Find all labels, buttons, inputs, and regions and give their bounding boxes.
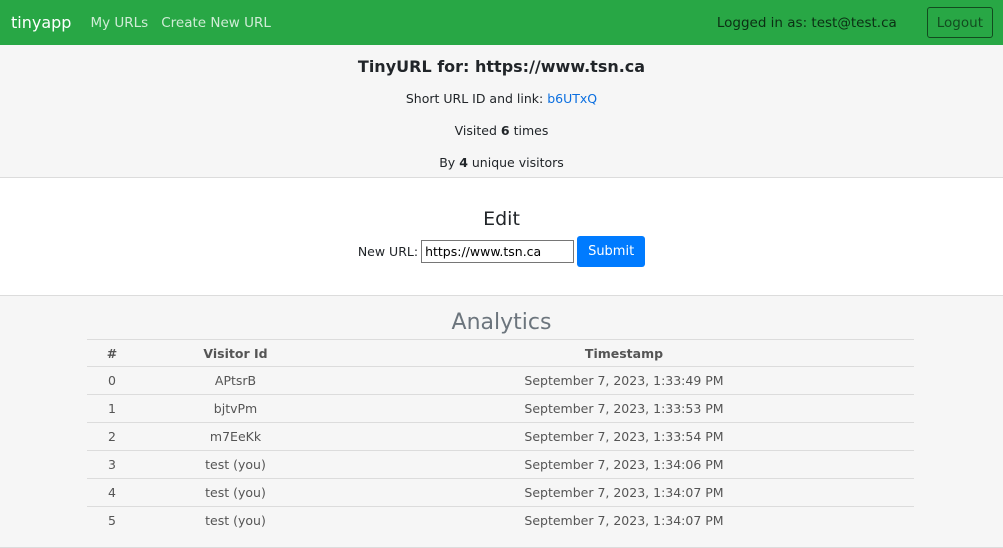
nav-link-my-urls[interactable]: My URLs (90, 15, 148, 31)
row-visitor-id: m7EeKk (137, 422, 334, 451)
short-url-label: Short URL ID and link: (405, 91, 544, 106)
login-status: Logged in as: test@test.ca (716, 14, 897, 31)
analytics-table: # Visitor Id Timestamp 0 APtsrB Septembe… (87, 339, 914, 535)
unique-count: 4 (459, 155, 468, 170)
table-row: 1 bjtvPm September 7, 2023, 1:33:53 PM (87, 394, 914, 423)
row-timestamp: September 7, 2023, 1:33:54 PM (334, 422, 914, 451)
header-number: # (87, 339, 137, 367)
edit-heading: Edit (483, 208, 520, 230)
new-url-input[interactable] (421, 240, 575, 263)
unique-prefix: By (439, 155, 456, 170)
nav-link-create-new-url[interactable]: Create New URL (161, 15, 271, 31)
visited-suffix: times (513, 123, 549, 138)
brand-link[interactable]: tinyapp (11, 13, 71, 32)
new-url-label: New URL: (357, 244, 419, 259)
row-visitor-id: test (you) (137, 506, 334, 535)
unique-visitors-line: By 4 unique visitors (0, 153, 1003, 173)
row-timestamp: September 7, 2023, 1:33:49 PM (334, 366, 914, 395)
row-visitor-id: bjtvPm (137, 394, 334, 423)
page-title: TinyURL for: https://www.tsn.ca (357, 57, 646, 76)
table-row: 5 test (you) September 7, 2023, 1:34:07 … (87, 506, 914, 535)
row-visitor-id: APtsrB (137, 366, 334, 395)
table-row: 4 test (you) September 7, 2023, 1:34:07 … (87, 478, 914, 507)
row-visitor-id: test (you) (137, 478, 334, 507)
header-visitor-id: Visitor Id (137, 339, 334, 367)
row-number: 1 (87, 394, 137, 423)
row-timestamp: September 7, 2023, 1:34:07 PM (334, 506, 914, 535)
row-timestamp: September 7, 2023, 1:34:07 PM (334, 478, 914, 507)
table-row: 3 test (you) September 7, 2023, 1:34:06 … (87, 450, 914, 479)
visited-count: 6 (500, 123, 510, 138)
url-summary: TinyURL for: https://www.tsn.ca Short UR… (0, 45, 1003, 178)
table-row: 2 m7EeKk September 7, 2023, 1:33:54 PM (87, 422, 914, 451)
header-timestamp: Timestamp (334, 339, 914, 367)
short-url-line: Short URL ID and link: b6UTxQ (0, 89, 1003, 109)
row-number: 0 (87, 366, 137, 395)
visited-line: Visited 6 times (0, 121, 1003, 141)
row-timestamp: September 7, 2023, 1:33:53 PM (334, 394, 914, 423)
unique-suffix: unique visitors (471, 155, 564, 170)
edit-form: New URL: Submit (0, 236, 1003, 267)
analytics-heading: Analytics (451, 310, 552, 335)
row-number: 5 (87, 506, 137, 535)
short-url-link[interactable]: b6UTxQ (547, 91, 597, 106)
visited-prefix: Visited (454, 123, 497, 138)
analytics-section: Analytics # Visitor Id Timestamp 0 APtsr… (0, 296, 1003, 548)
edit-section: Edit New URL: Submit (0, 178, 1003, 296)
table-header-row: # Visitor Id Timestamp (87, 339, 914, 367)
row-number: 2 (87, 422, 137, 451)
submit-button[interactable]: Submit (577, 236, 646, 267)
logout-button[interactable]: Logout (926, 7, 993, 38)
row-visitor-id: test (you) (137, 450, 334, 479)
table-row: 0 APtsrB September 7, 2023, 1:33:49 PM (87, 366, 914, 395)
row-timestamp: September 7, 2023, 1:34:06 PM (334, 450, 914, 479)
row-number: 4 (87, 478, 137, 507)
row-number: 3 (87, 450, 137, 479)
navbar: tinyapp My URLs Create New URL Logged in… (0, 0, 1003, 45)
